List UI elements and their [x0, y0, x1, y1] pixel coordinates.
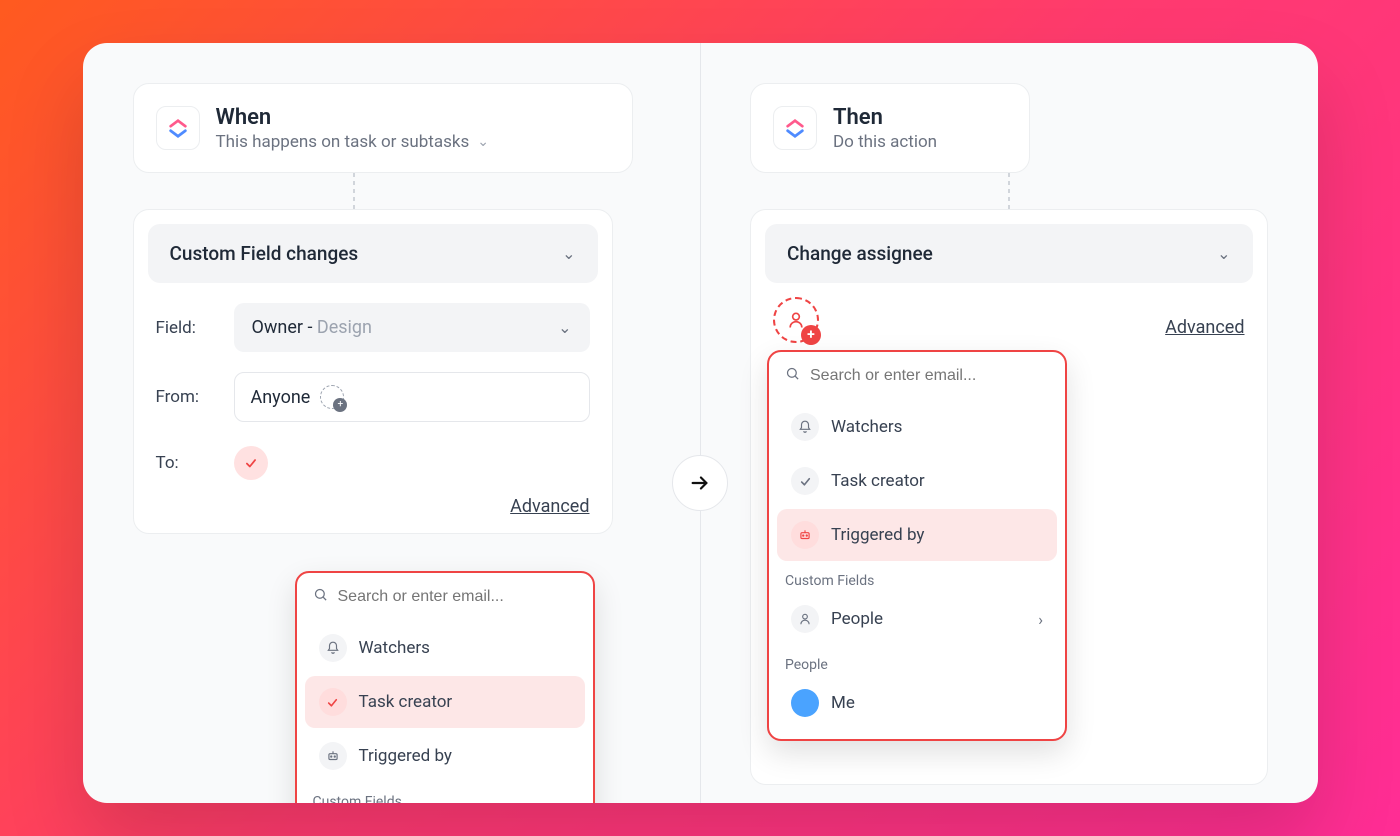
then-title: Then — [833, 105, 937, 130]
field-select[interactable]: Owner - Design ⌄ — [234, 303, 590, 352]
clickup-logo-icon — [156, 106, 200, 150]
trigger-select[interactable]: Custom Field changes ⌄ — [148, 224, 598, 283]
dropdown-item-triggered-by[interactable]: Triggered by — [777, 509, 1057, 561]
check-icon — [791, 467, 819, 495]
clickup-logo-icon — [773, 106, 817, 150]
from-value[interactable]: Anyone — [234, 372, 590, 422]
dropdown-item-label: Me — [831, 693, 855, 713]
chevron-down-icon: ⌄ — [1217, 244, 1230, 263]
dropdown-item-task-creator[interactable]: Task creator — [305, 676, 585, 728]
search-icon — [313, 587, 328, 606]
dropdown-item-watchers[interactable]: Watchers — [777, 401, 1057, 453]
dropdown-search[interactable] — [769, 352, 1065, 399]
dropdown-item-label: Triggered by — [831, 525, 924, 545]
dropdown-item-people-cf[interactable]: People › — [777, 593, 1057, 645]
to-row: To: — [134, 440, 612, 486]
advanced-link[interactable]: Advanced — [1165, 317, 1244, 338]
automation-builder: When This happens on task or subtasks ⌄ … — [83, 43, 1318, 803]
field-row: Field: Owner - Design ⌄ — [134, 297, 612, 358]
dropdown-item-task-creator[interactable]: Task creator — [777, 455, 1057, 507]
robot-icon — [319, 742, 347, 770]
dropdown-item-watchers[interactable]: Watchers — [305, 622, 585, 674]
action-select[interactable]: Change assignee ⌄ — [765, 224, 1253, 283]
to-label: To: — [156, 453, 216, 473]
to-people-dropdown: Watchers Task creator Triggered by Custo… — [295, 571, 595, 803]
robot-icon — [791, 521, 819, 549]
dropdown-search[interactable] — [297, 573, 593, 620]
dropdown-item-label: Triggered by — [359, 746, 452, 766]
bell-icon — [319, 634, 347, 662]
dropdown-item-me[interactable]: Me — [777, 677, 1057, 729]
dropdown-section-label: Custom Fields — [297, 784, 593, 803]
assignee-dropdown: Watchers Task creator Triggered by — [767, 350, 1067, 741]
then-column: Then Do this action Change assignee ⌄ Ad… — [700, 43, 1318, 803]
dropdown-section-label: People — [769, 647, 1065, 675]
then-header-card: Then Do this action — [750, 83, 1030, 173]
when-title: When — [216, 105, 490, 130]
dropdown-item-triggered-by[interactable]: Triggered by — [305, 730, 585, 782]
dropdown-item-label: Task creator — [359, 692, 453, 712]
check-icon — [319, 688, 347, 716]
bell-icon — [791, 413, 819, 441]
trigger-panel: Custom Field changes ⌄ Field: Owner - De… — [133, 209, 613, 534]
chevron-down-icon: ⌄ — [558, 318, 571, 337]
connector-line — [353, 173, 355, 209]
search-input[interactable] — [810, 367, 1049, 385]
from-row: From: Anyone — [134, 366, 612, 428]
search-input[interactable] — [338, 588, 577, 606]
action-panel: Change assignee ⌄ Advanced — [750, 209, 1268, 785]
advanced-link[interactable]: Advanced — [510, 496, 589, 517]
chevron-down-icon: ⌄ — [562, 244, 575, 263]
connector-line — [1008, 173, 1010, 209]
when-column: When This happens on task or subtasks ⌄ … — [83, 43, 701, 803]
field-label: Field: — [156, 318, 216, 338]
person-icon — [791, 605, 819, 633]
chevron-down-icon: ⌄ — [477, 134, 489, 150]
add-person-icon[interactable] — [320, 385, 344, 409]
then-subtitle: Do this action — [833, 132, 937, 152]
dropdown-item-label: Watchers — [831, 417, 902, 437]
dropdown-item-label: Task creator — [831, 471, 925, 491]
dropdown-item-label: Watchers — [359, 638, 430, 658]
to-selected-check-icon[interactable] — [234, 446, 268, 480]
search-icon — [785, 366, 800, 385]
when-subtitle[interactable]: This happens on task or subtasks ⌄ — [216, 132, 490, 152]
when-header-card: When This happens on task or subtasks ⌄ — [133, 83, 633, 173]
add-assignee-icon[interactable] — [773, 297, 819, 343]
chevron-right-icon: › — [1038, 610, 1043, 629]
from-label: From: — [156, 387, 216, 407]
dropdown-item-label: People — [831, 609, 883, 629]
dropdown-section-label: Custom Fields — [769, 563, 1065, 591]
avatar — [791, 689, 819, 717]
